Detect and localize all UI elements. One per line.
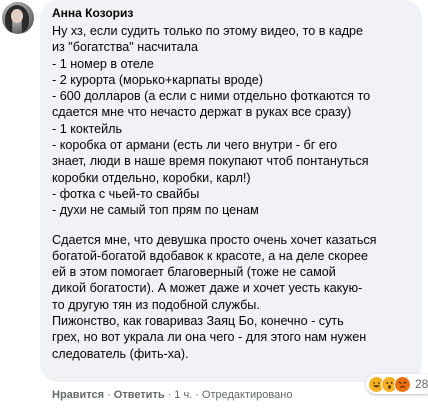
comment-line: - коробка от армани (есть ли чего внутри… — [52, 138, 338, 153]
comment-item: Анна Козориз Ну хз, если судить только п… — [0, 0, 428, 417]
like-button[interactable]: Нравится — [52, 389, 104, 401]
comment-bubble: Анна Козориз Ну хз, если судить только п… — [40, 0, 422, 382]
comment-line: из "богатства" насчитала — [52, 40, 198, 55]
comment-line: то другую тян из подобной службы. — [52, 297, 260, 312]
comment-actions: Нравится · Ответить · 1 ч. · Отредактировано — [52, 389, 292, 401]
separator-dot: · — [195, 389, 199, 401]
reaction-count: 28 — [415, 377, 428, 391]
angry-reaction-icon — [394, 375, 411, 393]
comment-line: ей в этом помогает благоверный (тоже не … — [52, 265, 336, 280]
comment-line: Сдается мне, что девушка просто очень хо… — [52, 232, 377, 247]
edited-label[interactable]: Отредактировано — [202, 389, 293, 401]
comment-line: - 2 курорта (морько+карпаты вроде) — [52, 72, 263, 87]
separator-dot: · — [107, 389, 111, 401]
comment-line: дикой богатости). А может даже и хочет у… — [52, 281, 363, 296]
separator-dot: · — [167, 389, 172, 401]
comment-line: следователь (фить-ха). — [52, 346, 189, 361]
comment-line: Пижонство, как говариваз Заяц Бо, конечн… — [52, 314, 344, 329]
comment-line: знает, люди в наше время покупают чтоб п… — [52, 154, 369, 169]
reactions-summary[interactable]: 28 — [366, 374, 428, 394]
comment-line: богатой-богатой вдобавок к красоте, а на… — [52, 248, 368, 263]
comment-line: - духи не самый топ прям по ценам — [52, 203, 259, 218]
avatar[interactable] — [2, 2, 34, 34]
avatar-face — [11, 9, 23, 23]
comment-line: - 1 номер в отеле — [52, 56, 154, 71]
comment-timestamp[interactable]: 1 ч. — [174, 389, 192, 401]
comment-line: Ну хз, если судить только по этому видео… — [52, 24, 364, 38]
comment-line: грех, но вот украла ли она чего - для эт… — [52, 330, 367, 345]
comment-author[interactable]: Анна Козориз — [52, 5, 410, 21]
comment-line: сдается мне что нечасто держат в руках в… — [52, 105, 352, 120]
reply-button[interactable]: Ответить — [114, 389, 165, 401]
comment-line: - фотка с чьей-то свайбы — [52, 186, 200, 201]
comment-line: коробки отдельно, коробки, карл!) — [52, 170, 251, 185]
comment-line: - 600 долларов (а если с ними отдельно ф… — [52, 89, 371, 104]
comment-line: - 1 коктейль — [52, 121, 123, 136]
comment-text: Ну хз, если судить только по этому видео… — [52, 23, 410, 362]
